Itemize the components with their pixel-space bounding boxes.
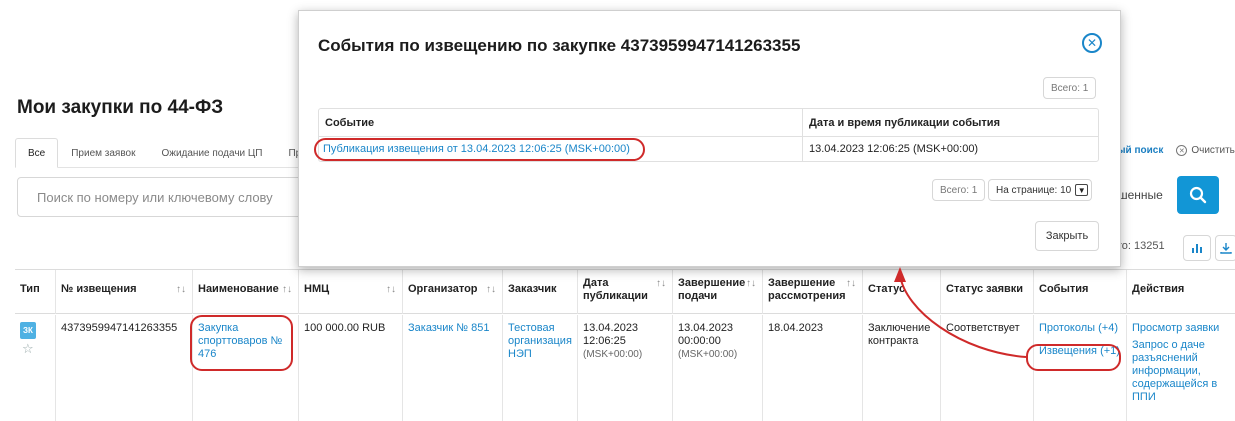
page-title: Мои закупки по 44-ФЗ <box>17 97 224 118</box>
col-events: События <box>1033 270 1126 314</box>
download-icon <box>1220 243 1232 254</box>
col-type: Тип <box>20 283 40 295</box>
type-badge: ЗК <box>20 322 36 339</box>
app-status-cell: Соответствует <box>940 315 1033 421</box>
bar-chart-icon <box>1192 244 1202 253</box>
clear-filters-link[interactable]: ✕ Очистить <box>1176 145 1235 156</box>
advanced-search-link[interactable]: ый поиск <box>1117 145 1163 156</box>
col-end-review[interactable]: Завершение рассмотрения ↑↓ <box>762 270 862 314</box>
pub-tz: (MSK+00:00) <box>583 349 643 360</box>
event-link[interactable]: Публикация извещения от 13.04.2023 12:06… <box>323 143 630 155</box>
sort-icon: ↑↓ <box>176 284 186 295</box>
clear-label: Очистить <box>1191 145 1235 156</box>
sort-icon: ↑↓ <box>386 284 396 295</box>
search-button[interactable] <box>1177 176 1219 214</box>
download-button[interactable] <box>1215 235 1235 261</box>
sort-icon: ↑↓ <box>656 278 666 289</box>
number-cell: 4373959947141263355 <box>55 315 192 421</box>
pub-date-cell: 13.04.2023 12:06:25 (MSK+00:00) <box>577 315 672 421</box>
tab-accepting[interactable]: Прием заявок <box>58 138 148 168</box>
status-cell: Заключение контракта <box>862 315 940 421</box>
col-nmc[interactable]: НМЦ ↑↓ <box>298 270 402 314</box>
modal-total-top: Всего: 1 <box>1043 77 1097 99</box>
nmc-cell: 100 000.00 RUB <box>298 315 402 421</box>
table-row: ЗК ☆ 4373959947141263355 Закупка спортто… <box>15 315 1235 421</box>
pub-date: 13.04.2023 <box>583 322 639 334</box>
clear-icon: ✕ <box>1176 145 1188 156</box>
chevron-down-icon: ▼ <box>1075 184 1089 196</box>
col-end-submit[interactable]: Завершение подачи ↑↓ <box>672 270 762 314</box>
notices-link[interactable]: Извещения (+1) <box>1039 345 1121 358</box>
col-name[interactable]: Наименование ↑↓ <box>192 270 298 314</box>
col-nmc-label: НМЦ <box>304 283 330 295</box>
total-count: го: 13251 <box>1118 240 1165 252</box>
purchases-table: Тип № извещения ↑↓ Наименование ↑↓ НМЦ ↑↓ О… <box>15 269 1235 421</box>
col-organizer-label: Организатор <box>408 283 478 295</box>
col-customer: Заказчик <box>502 270 577 314</box>
events-table: Событие Дата и время публикации события … <box>318 108 1099 162</box>
col-event: Событие <box>325 116 375 129</box>
close-button[interactable]: Закрыть <box>1035 221 1099 251</box>
col-status: Статус <box>862 270 940 314</box>
organizer-link[interactable]: Заказчик № 851 <box>408 322 489 334</box>
per-page-label: На странице: 10 <box>996 184 1072 196</box>
protocols-link[interactable]: Протоколы (+4) <box>1039 322 1121 335</box>
event-cell: Публикация извещения от 13.04.2023 12:06… <box>319 137 802 161</box>
type-cell: ЗК ☆ <box>15 315 55 421</box>
tab-all[interactable]: Все <box>15 138 59 168</box>
col-name-label: Наименование <box>198 283 279 295</box>
col-number-label: № извещения <box>61 283 137 295</box>
col-event-datetime: Дата и время публикации события <box>802 109 1098 136</box>
pub-time: 12:06:25 <box>583 335 626 347</box>
tab-bar: Все Прием заявок Ожидание подачи ЦП При <box>15 138 320 168</box>
end-tz: (MSK+00:00) <box>678 349 738 360</box>
modal-title: События по извещению по закупке 43739599… <box>318 36 801 55</box>
actions-cell: Просмотр заявки Запрос о даче разъяснени… <box>1126 315 1235 421</box>
saved-label[interactable]: шенные <box>1118 188 1163 202</box>
events-cell: Протоколы (+4) Извещения (+1) <box>1033 315 1126 421</box>
tab-waiting-price[interactable]: Ожидание подачи ЦП <box>148 138 275 168</box>
table-row: Публикация извещения от 13.04.2023 12:06… <box>319 137 1098 161</box>
end-submit-cell: 13.04.2023 00:00:00 (MSK+00:00) <box>672 315 762 421</box>
sort-icon: ↑↓ <box>282 284 292 295</box>
clarification-request-link[interactable]: Запрос о даче разъяснений информации, со… <box>1132 339 1235 404</box>
col-app-status: Статус заявки <box>940 270 1033 314</box>
col-pub-date-label: Дата публикации <box>583 277 648 302</box>
events-modal: События по извещению по закупке 43739599… <box>298 10 1121 267</box>
per-page-select[interactable]: На странице: 10 ▼ <box>988 179 1093 201</box>
sort-icon: ↑↓ <box>846 278 856 289</box>
close-icon[interactable]: ✕ <box>1082 33 1102 53</box>
search-icon <box>1189 186 1207 204</box>
col-pub-date[interactable]: Дата публикации ↑↓ <box>577 270 672 314</box>
chart-button[interactable] <box>1183 235 1211 261</box>
search-input[interactable]: Поиск по номеру или ключевому слову <box>17 177 317 217</box>
sort-icon: ↑↓ <box>746 278 756 289</box>
event-datetime-cell: 13.04.2023 12:06:25 (MSK+00:00) <box>802 137 1098 161</box>
modal-total-bottom: Всего: 1 <box>932 179 986 201</box>
filter-links: ый поиск ✕ Очистить <box>1117 145 1235 156</box>
purchase-name-link[interactable]: Закупка спорттоваров № 476 <box>198 322 282 360</box>
star-icon[interactable]: ☆ <box>22 342 50 355</box>
table-header-row: Тип № извещения ↑↓ Наименование ↑↓ НМЦ ↑↓ О… <box>15 270 1235 314</box>
col-actions: Действия <box>1126 270 1235 314</box>
col-number[interactable]: № извещения ↑↓ <box>55 270 192 314</box>
col-end-submit-label: Завершение подачи <box>678 277 746 302</box>
sort-icon: ↑↓ <box>486 284 496 295</box>
end-time: 00:00:00 <box>678 335 721 347</box>
view-application-link[interactable]: Просмотр заявки <box>1132 322 1235 335</box>
col-organizer[interactable]: Организатор ↑↓ <box>402 270 502 314</box>
name-cell: Закупка спорттоваров № 476 <box>192 315 298 421</box>
review-end-cell: 18.04.2023 <box>762 315 862 421</box>
customer-link[interactable]: Тестовая организация НЭП <box>508 322 572 360</box>
customer-cell: Тестовая организация НЭП <box>502 315 577 421</box>
end-date: 13.04.2023 <box>678 322 734 334</box>
col-end-review-label: Завершение рассмотрения <box>768 277 846 302</box>
organizer-cell: Заказчик № 851 <box>402 315 502 421</box>
events-table-header: Событие Дата и время публикации события <box>319 109 1098 137</box>
